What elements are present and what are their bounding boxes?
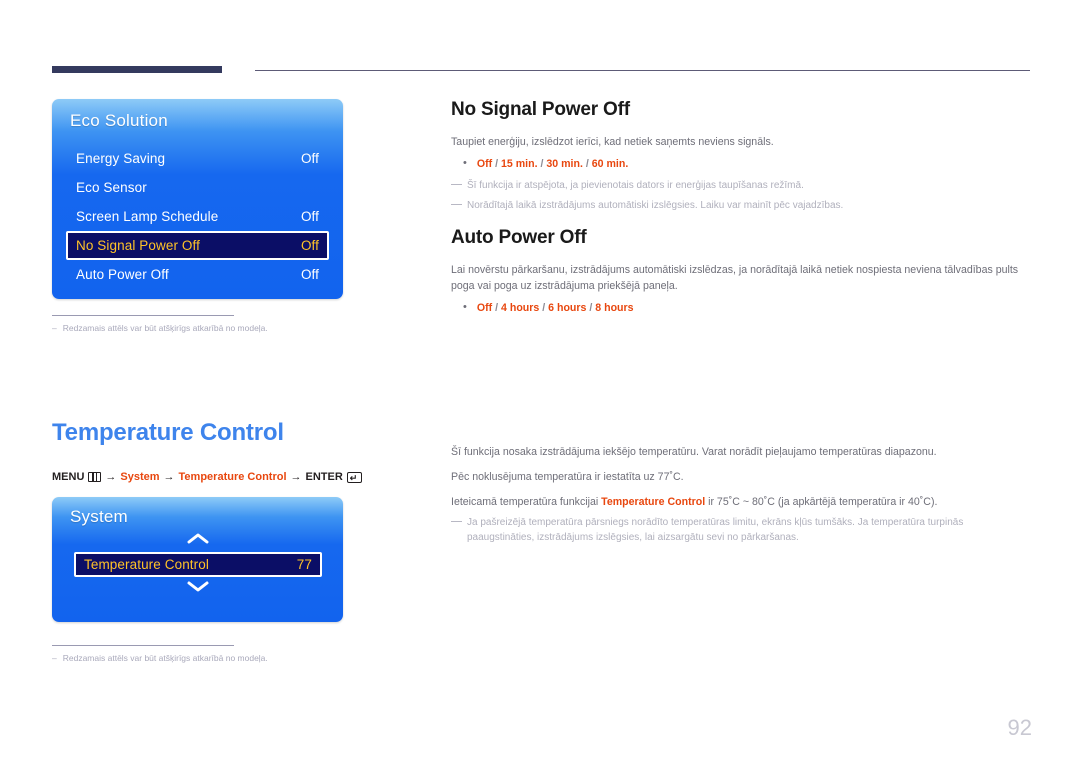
osd-screenshot-eco-solution: Eco Solution Energy Saving Off Eco Senso… bbox=[52, 99, 343, 299]
osd-row-temperature-control[interactable]: Temperature Control 77 bbox=[74, 552, 322, 577]
temperature-paragraph-3-highlight: Temperature Control bbox=[601, 496, 706, 508]
osd-row-value: 77 bbox=[296, 557, 312, 572]
option-separator: / bbox=[495, 302, 499, 314]
figure-note-rule bbox=[52, 315, 234, 316]
note-dash: – bbox=[52, 323, 57, 333]
section-heading: Auto Power Off bbox=[451, 227, 587, 248]
option-value: 15 min. bbox=[501, 158, 538, 170]
figure-note-eco: – Redzamais attēls var būt atšķirīgs atk… bbox=[52, 315, 268, 333]
bullet-dot-icon: • bbox=[463, 157, 467, 169]
section-heading: No Signal Power Off bbox=[451, 99, 630, 120]
option-value: 30 min. bbox=[546, 158, 583, 170]
temperature-paragraph-1: Šī funkcija nosaka izstrādājuma iekšējo … bbox=[451, 446, 937, 458]
enter-label: ENTER bbox=[305, 471, 343, 483]
option-value: 8 hours bbox=[595, 302, 634, 314]
option-value: 6 hours bbox=[548, 302, 587, 314]
osd-row-no-signal-power-off[interactable]: No Signal Power Off Off bbox=[66, 231, 329, 260]
option-separator: / bbox=[589, 302, 593, 314]
option-separator: / bbox=[542, 302, 546, 314]
menu-path-step-system[interactable]: System bbox=[120, 471, 159, 483]
osd-row-value: Off bbox=[300, 238, 319, 253]
osd-row-value: Off bbox=[300, 267, 319, 282]
enter-key-icon: ↵ bbox=[346, 471, 362, 483]
temperature-note: Ja pašreizējā temperatūra pārsniegs norā… bbox=[451, 515, 1031, 545]
option-separator: / bbox=[585, 158, 589, 170]
osd-row-label: Temperature Control bbox=[84, 557, 209, 572]
osd-menu-list-eco: Energy Saving Off Eco Sensor Screen Lamp… bbox=[66, 144, 329, 289]
figure-note-rule bbox=[52, 645, 234, 646]
osd-row-eco-sensor[interactable]: Eco Sensor bbox=[66, 173, 329, 202]
osd-row-value: Off bbox=[300, 151, 319, 166]
chevron-up-icon[interactable] bbox=[52, 532, 343, 545]
section-note: Norādītajā laikā izstrādājums automātisk… bbox=[451, 198, 1031, 213]
osd-row-value: Off bbox=[300, 209, 319, 224]
enter-glyph: ↵ bbox=[349, 472, 358, 483]
arrow-icon: → bbox=[290, 471, 302, 483]
figure-note-text: Redzamais attēls var būt atšķirīgs atkar… bbox=[62, 653, 268, 663]
figure-note-system: – Redzamais attēls var būt atšķirīgs atk… bbox=[52, 645, 268, 663]
section-no-signal-power-off: No Signal Power Off Taupiet enerģiju, iz… bbox=[451, 99, 1031, 213]
note-dash-icon bbox=[451, 184, 462, 186]
section-bullet-options: • Off / 4 hours / 6 hours / 8 hours bbox=[463, 300, 1031, 316]
osd-row-label: Energy Saving bbox=[76, 151, 166, 166]
bullet-dot-icon: • bbox=[463, 301, 467, 313]
section-paragraph: Lai novērstu pārkaršanu, izstrādājums au… bbox=[451, 264, 1019, 292]
note-dash-icon bbox=[451, 204, 462, 206]
osd-row-label: Eco Sensor bbox=[76, 180, 147, 195]
osd-title-system: System bbox=[70, 507, 128, 526]
section-bullet-options: • Off / 15 min. / 30 min. / 60 min. bbox=[463, 156, 1031, 172]
chevron-down-icon[interactable] bbox=[52, 580, 343, 593]
osd-row-label: No Signal Power Off bbox=[76, 238, 200, 253]
manual-page: Eco Solution Energy Saving Off Eco Senso… bbox=[0, 0, 1080, 763]
arrow-icon: → bbox=[105, 471, 117, 483]
menu-label: MENU bbox=[52, 471, 85, 483]
header-accent-bar bbox=[52, 66, 222, 73]
note-dash-icon bbox=[451, 521, 462, 523]
osd-row-screen-lamp-schedule[interactable]: Screen Lamp Schedule Off bbox=[66, 202, 329, 231]
osd-row-label: Screen Lamp Schedule bbox=[76, 209, 219, 224]
note-text: Šī funkcija ir atspējota, ja pievienotai… bbox=[467, 180, 804, 191]
section-note: Šī funkcija ir atspējota, ja pievienotai… bbox=[451, 178, 1031, 193]
section-auto-power-off: Auto Power Off Lai novērstu pārkaršanu, … bbox=[451, 227, 1031, 322]
osd-row-auto-power-off[interactable]: Auto Power Off Off bbox=[66, 260, 329, 289]
note-text: Norādītajā laikā izstrādājums automātisk… bbox=[467, 200, 844, 211]
osd-row-label: Auto Power Off bbox=[76, 267, 169, 282]
option-value: Off bbox=[476, 158, 493, 170]
page-number: 92 bbox=[1007, 715, 1032, 740]
page-title-temperature-control: Temperature Control bbox=[52, 419, 284, 446]
option-value: 60 min. bbox=[591, 158, 629, 170]
header-rule bbox=[255, 70, 1030, 71]
temperature-paragraph-3-post: ir 75˚C ~ 80˚C (ja apkārtējā temperatūra… bbox=[705, 496, 938, 508]
osd-title-eco-solution: Eco Solution bbox=[70, 111, 168, 130]
section-paragraph: Taupiet enerģiju, izslēdzot ierīci, kad … bbox=[451, 136, 774, 148]
osd-screenshot-system: System Temperature Control 77 bbox=[52, 497, 343, 622]
option-separator: / bbox=[495, 158, 499, 170]
arrow-icon: → bbox=[163, 471, 175, 483]
note-text: Ja pašreizējā temperatūra pārsniegs norā… bbox=[467, 517, 964, 543]
osd-row-energy-saving[interactable]: Energy Saving Off bbox=[66, 144, 329, 173]
option-value: 4 hours bbox=[501, 302, 540, 314]
menu-path-breadcrumb: MENU → System → Temperature Control → EN… bbox=[52, 471, 362, 483]
figure-note-text: Redzamais attēls var būt atšķirīgs atkar… bbox=[62, 323, 268, 333]
note-dash: – bbox=[52, 653, 57, 663]
menu-icon bbox=[88, 472, 102, 482]
temperature-paragraph-3: Ieteicamā temperatūra funkcijai Temperat… bbox=[451, 494, 1031, 510]
option-separator: / bbox=[540, 158, 544, 170]
temperature-paragraph-3-pre: Ieteicamā temperatūra funkcijai bbox=[451, 496, 602, 508]
option-value: Off bbox=[476, 302, 493, 314]
section-temperature-control-body: Šī funkcija nosaka izstrādājuma iekšējo … bbox=[451, 444, 1031, 545]
menu-path-step-temperature-control[interactable]: Temperature Control bbox=[179, 471, 287, 483]
temperature-paragraph-2: Pēc noklusējuma temperatūra ir iestatīta… bbox=[451, 471, 684, 483]
